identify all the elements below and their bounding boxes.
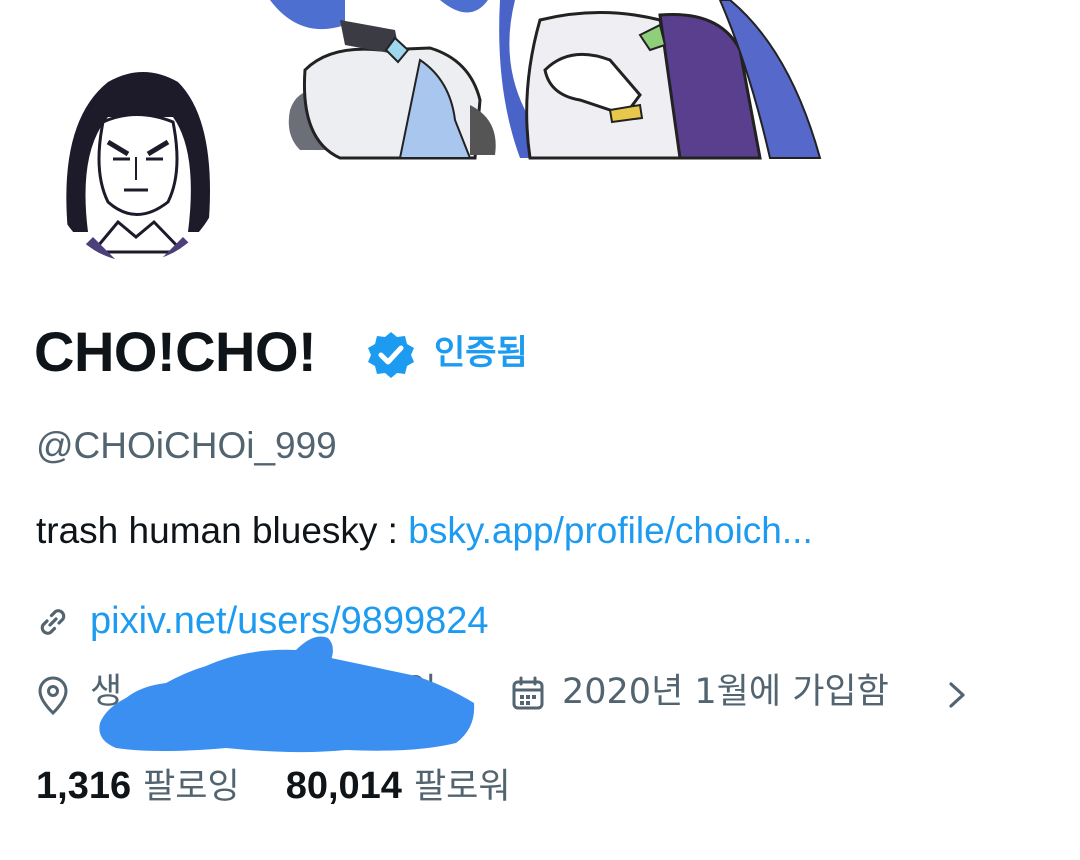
link-icon (35, 604, 71, 640)
calendar-icon (510, 676, 546, 712)
redaction-mark (96, 628, 476, 756)
bio-text: trash human bluesky : (36, 510, 409, 551)
followers-label: 팔로워 (413, 767, 511, 807)
display-name: CHO!CHO! (34, 320, 317, 383)
verified-label[interactable]: 인증됨 (434, 330, 528, 376)
verified-badge-icon[interactable] (366, 330, 416, 380)
followers-stat[interactable]: 80,014 팔로워 (286, 760, 511, 813)
followers-count: 80,014 (285, 765, 402, 807)
profile-avatar[interactable] (48, 62, 224, 262)
bio-link[interactable]: bsky.app/profile/choich... (408, 510, 812, 551)
follow-stats: 1,316 팔로잉 80,014 팔로워 (36, 760, 511, 813)
chevron-right-icon[interactable] (942, 676, 972, 714)
location-pin-icon (36, 676, 70, 716)
following-label: 팔로잉 (143, 767, 240, 807)
user-handle: @CHOiCHOi_999 (36, 425, 337, 466)
following-stat[interactable]: 1,316 팔로잉 (36, 760, 240, 813)
profile-bio: trash human bluesky : bsky.app/profile/c… (36, 506, 813, 556)
following-count: 1,316 (36, 765, 132, 807)
joined-date: 2020년 1월에 가입함 (562, 672, 889, 712)
